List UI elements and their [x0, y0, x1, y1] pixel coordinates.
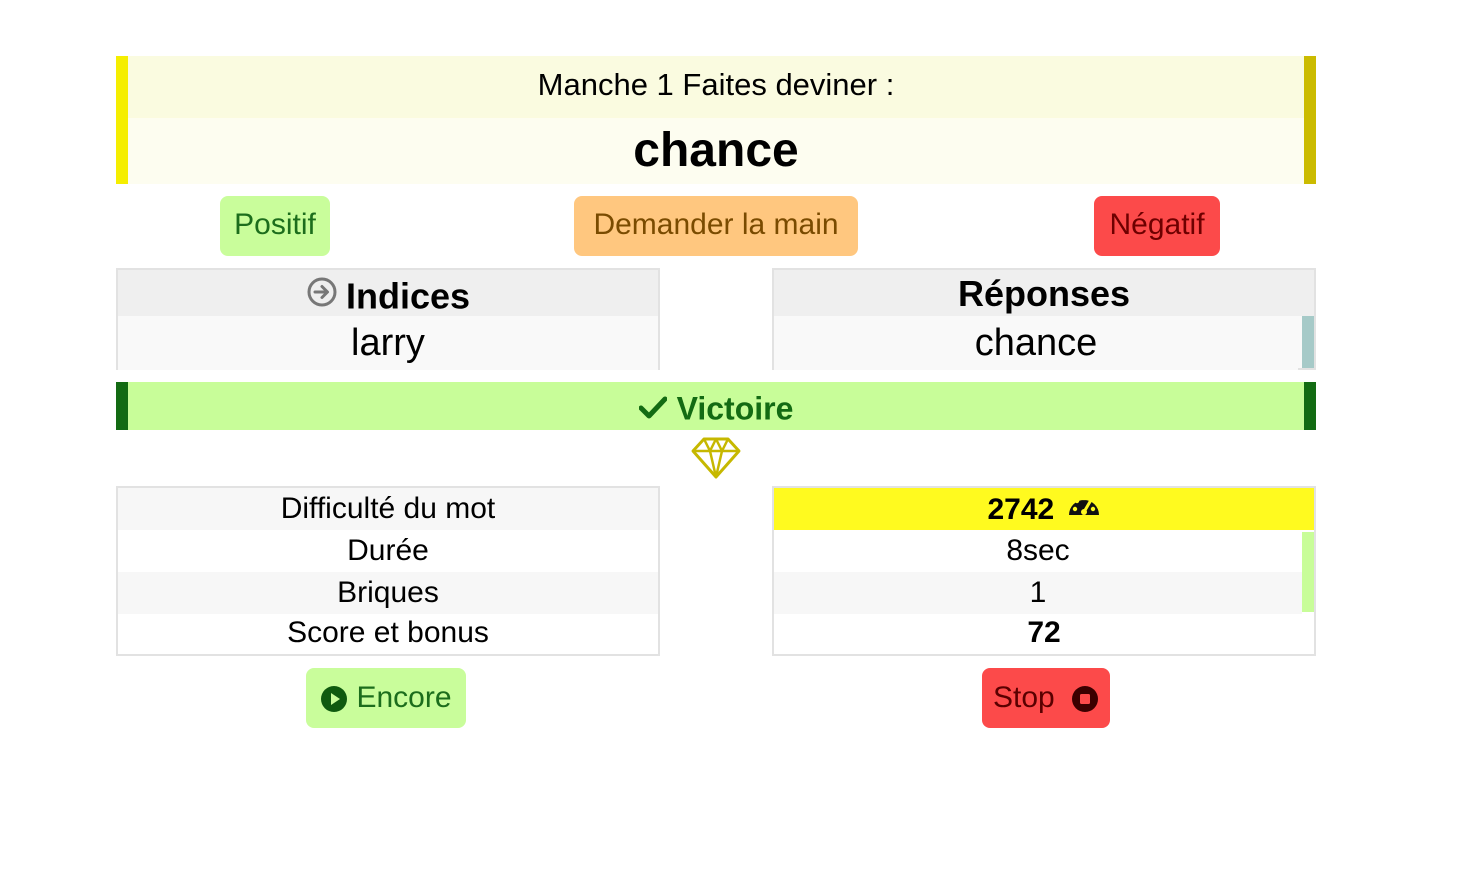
- again-button[interactable]: Encore: [306, 668, 466, 728]
- answer-item: chance: [774, 316, 1298, 370]
- stat-value-duration: 8sec: [1006, 534, 1070, 567]
- round-title: Manche 1 Faites deviner :: [128, 56, 1304, 116]
- stats-values-table: 2742 8sec 1 72: [772, 486, 1316, 656]
- victory-label: Victoire: [676, 390, 794, 427]
- speedometer-icon: [1067, 489, 1101, 531]
- stop-circle-icon: [1071, 669, 1099, 727]
- stat-label-difficulty: Difficulté du mot: [118, 488, 658, 530]
- victory-banner: Victoire: [116, 382, 1316, 430]
- stat-label-bricks: Briques: [118, 572, 658, 614]
- clue-item: larry: [118, 316, 658, 370]
- stat-value-difficulty: 2742: [774, 488, 1314, 530]
- again-label: Encore: [356, 681, 452, 715]
- answers-title: Réponses: [774, 270, 1314, 316]
- stat-label-score: Score et bonus: [287, 616, 489, 649]
- stats-labels-table: Difficulté du mot Durée Briques Score et…: [116, 486, 660, 656]
- ask-hand-button[interactable]: Demander la main: [574, 196, 858, 256]
- arrow-right-circle-icon[interactable]: [306, 272, 338, 320]
- word-to-guess: chance: [128, 118, 1304, 184]
- answers-panel: Réponses chance: [772, 268, 1316, 370]
- stat-value-bricks: 1: [774, 572, 1302, 614]
- diamond-icon: [690, 436, 742, 480]
- stat-value-score: 72: [1027, 616, 1061, 649]
- checkmark-icon: [638, 385, 668, 433]
- difficulty-value: 2742: [987, 493, 1055, 527]
- clues-title: Indices: [345, 275, 471, 317]
- stop-label: Stop: [992, 681, 1055, 715]
- clues-panel: Indices larry: [116, 268, 660, 370]
- clues-header: Indices: [118, 270, 658, 316]
- answer-color-bar: [1302, 316, 1314, 368]
- positive-button[interactable]: Positif: [220, 196, 330, 256]
- round-banner: Manche 1 Faites deviner : chance: [116, 56, 1316, 184]
- stat-label-duration: Durée: [347, 534, 429, 567]
- play-circle-icon: [320, 669, 348, 727]
- negative-button[interactable]: Négatif: [1094, 196, 1220, 256]
- stop-button[interactable]: Stop: [982, 668, 1110, 728]
- stat-color-strip: [1302, 532, 1314, 612]
